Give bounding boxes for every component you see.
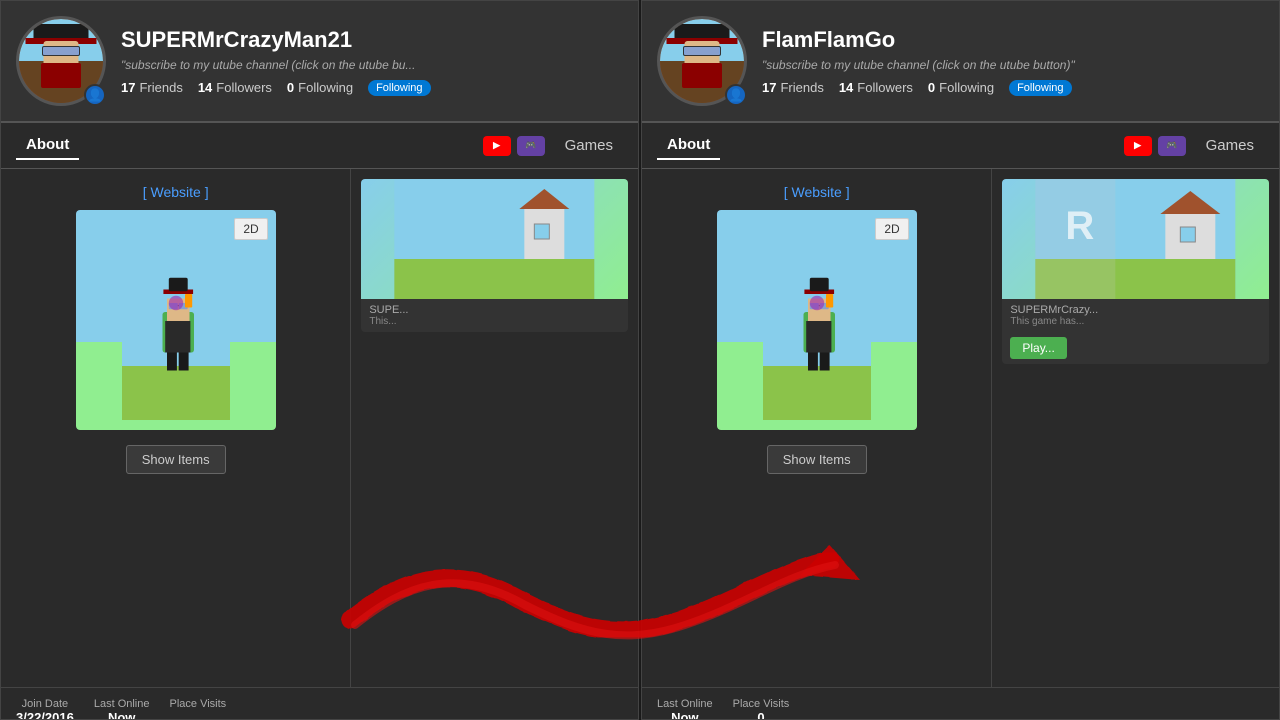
left-website-link[interactable]: [ Website ]: [143, 184, 209, 200]
left-game-card: SUPE... This...: [361, 179, 628, 332]
right-stat-following: 0 Following: [928, 80, 994, 96]
right-tab-games[interactable]: Games: [1196, 132, 1264, 159]
right-panel: 👤 FlamFlamGo "subscribe to my utube chan…: [641, 0, 1280, 720]
right-2d-button[interactable]: 2D: [875, 218, 908, 240]
left-game-info: SUPE... This...: [361, 299, 628, 332]
left-avatar-glasses: [42, 46, 80, 56]
right-last-online-stat: Last Online Now: [657, 698, 713, 720]
left-stat-followers: 14 Followers: [198, 80, 272, 96]
left-social-icons: ▶ 🎮: [483, 136, 545, 156]
right-profile-info: FlamFlamGo "subscribe to my utube channe…: [762, 27, 1264, 96]
left-youtube-icon[interactable]: ▶: [483, 136, 511, 156]
left-profile-bio: "subscribe to my utube channel (click on…: [121, 58, 623, 72]
right-games-section: R SUPERMrCrazy... This game has... Play.…: [992, 169, 1279, 687]
left-about-section: [ Website ] 2D: [1, 169, 351, 687]
left-game-name: SUPE...: [369, 304, 620, 316]
right-youtube-icon[interactable]: ▶: [1124, 136, 1152, 156]
right-content-area: [ Website ] 2D: [642, 169, 1279, 687]
left-profile-stats: 17 Friends 14 Followers 0 Following Foll…: [121, 80, 623, 96]
right-following-badge[interactable]: Following: [1009, 80, 1071, 96]
left-twitch-icon[interactable]: 🎮: [517, 136, 545, 156]
right-profile-name: FlamFlamGo: [762, 27, 1264, 53]
left-profile-info: SUPERMrCrazyMan21 "subscribe to my utube…: [121, 27, 623, 96]
left-game-thumbnail: [361, 179, 628, 299]
right-show-items-button[interactable]: Show Items: [767, 445, 867, 474]
left-character-display: 2D: [76, 210, 276, 430]
left-tab-about[interactable]: About: [16, 131, 79, 160]
right-game-info: SUPERMrCrazy... This game has...: [1002, 299, 1269, 332]
right-profile-stats: 17 Friends 14 Followers 0 Following Foll…: [762, 80, 1264, 96]
right-place-visits-stat: Place Visits 0: [733, 698, 790, 720]
left-game-plays: This...: [369, 316, 620, 327]
right-avatar-body: [682, 63, 722, 88]
right-game-thumbnail-svg: R: [1002, 179, 1269, 299]
right-stat-followers: 14 Followers: [839, 80, 913, 96]
right-website-link[interactable]: [ Website ]: [784, 184, 850, 200]
right-twitch-icon[interactable]: 🎮: [1158, 136, 1186, 156]
right-game-plays: This game has...: [1010, 316, 1261, 327]
left-2d-button[interactable]: 2D: [234, 218, 267, 240]
right-tab-about[interactable]: About: [657, 131, 720, 160]
right-profile-bio: "subscribe to my utube channel (click on…: [762, 58, 1264, 72]
right-avatar-container: 👤: [657, 16, 747, 106]
left-last-online-stat: Last Online Now: [94, 698, 150, 720]
right-game-card: R SUPERMrCrazy... This game has... Play.…: [1002, 179, 1269, 364]
left-avatar-container: 👤: [16, 16, 106, 106]
right-character-display: 2D: [717, 210, 917, 430]
left-following-badge[interactable]: Following: [368, 80, 430, 96]
right-game-thumbnail: R: [1002, 179, 1269, 299]
left-panel: 👤 SUPERMrCrazyMan21 "subscribe to my utu…: [0, 0, 639, 720]
left-tab-games[interactable]: Games: [555, 132, 623, 159]
left-char-svg: [121, 240, 231, 420]
right-social-icons: ▶ 🎮: [1124, 136, 1186, 156]
left-nav-tabs: About ▶ 🎮 Games: [1, 123, 638, 169]
right-about-section: [ Website ] 2D: [642, 169, 992, 687]
right-avatar-badge: 👤: [725, 84, 747, 106]
left-stat-friends: 17 Friends: [121, 80, 183, 96]
left-place-visits-stat: Place Visits: [170, 698, 227, 720]
right-avatar-glasses: [683, 46, 721, 56]
left-profile-header: 👤 SUPERMrCrazyMan21 "subscribe to my utu…: [1, 1, 638, 123]
right-play-button[interactable]: Play...: [1010, 337, 1066, 359]
left-show-items-button[interactable]: Show Items: [126, 445, 226, 474]
right-stat-friends: 17 Friends: [762, 80, 824, 96]
right-user-stats-row: Last Online Now Place Visits 0: [642, 687, 1279, 720]
svg-text:R: R: [1066, 204, 1095, 248]
left-avatar-badge: 👤: [84, 84, 106, 106]
left-user-stats-row: Join Date 3/22/2016 Last Online Now Plac…: [1, 687, 638, 720]
right-game-name: SUPERMrCrazy...: [1010, 304, 1261, 316]
left-avatar-body: [41, 63, 81, 88]
right-nav-tabs: About ▶ 🎮 Games: [642, 123, 1279, 169]
left-game-thumbnail-svg: [361, 179, 628, 299]
left-games-section: SUPE... This...: [351, 169, 638, 687]
left-profile-name: SUPERMrCrazyMan21: [121, 27, 623, 53]
right-profile-header: 👤 FlamFlamGo "subscribe to my utube chan…: [642, 1, 1279, 123]
left-join-date-stat: Join Date 3/22/2016: [16, 698, 74, 720]
right-char-svg: [762, 240, 872, 420]
left-content-area: [ Website ] 2D: [1, 169, 638, 687]
left-stat-following: 0 Following: [287, 80, 353, 96]
